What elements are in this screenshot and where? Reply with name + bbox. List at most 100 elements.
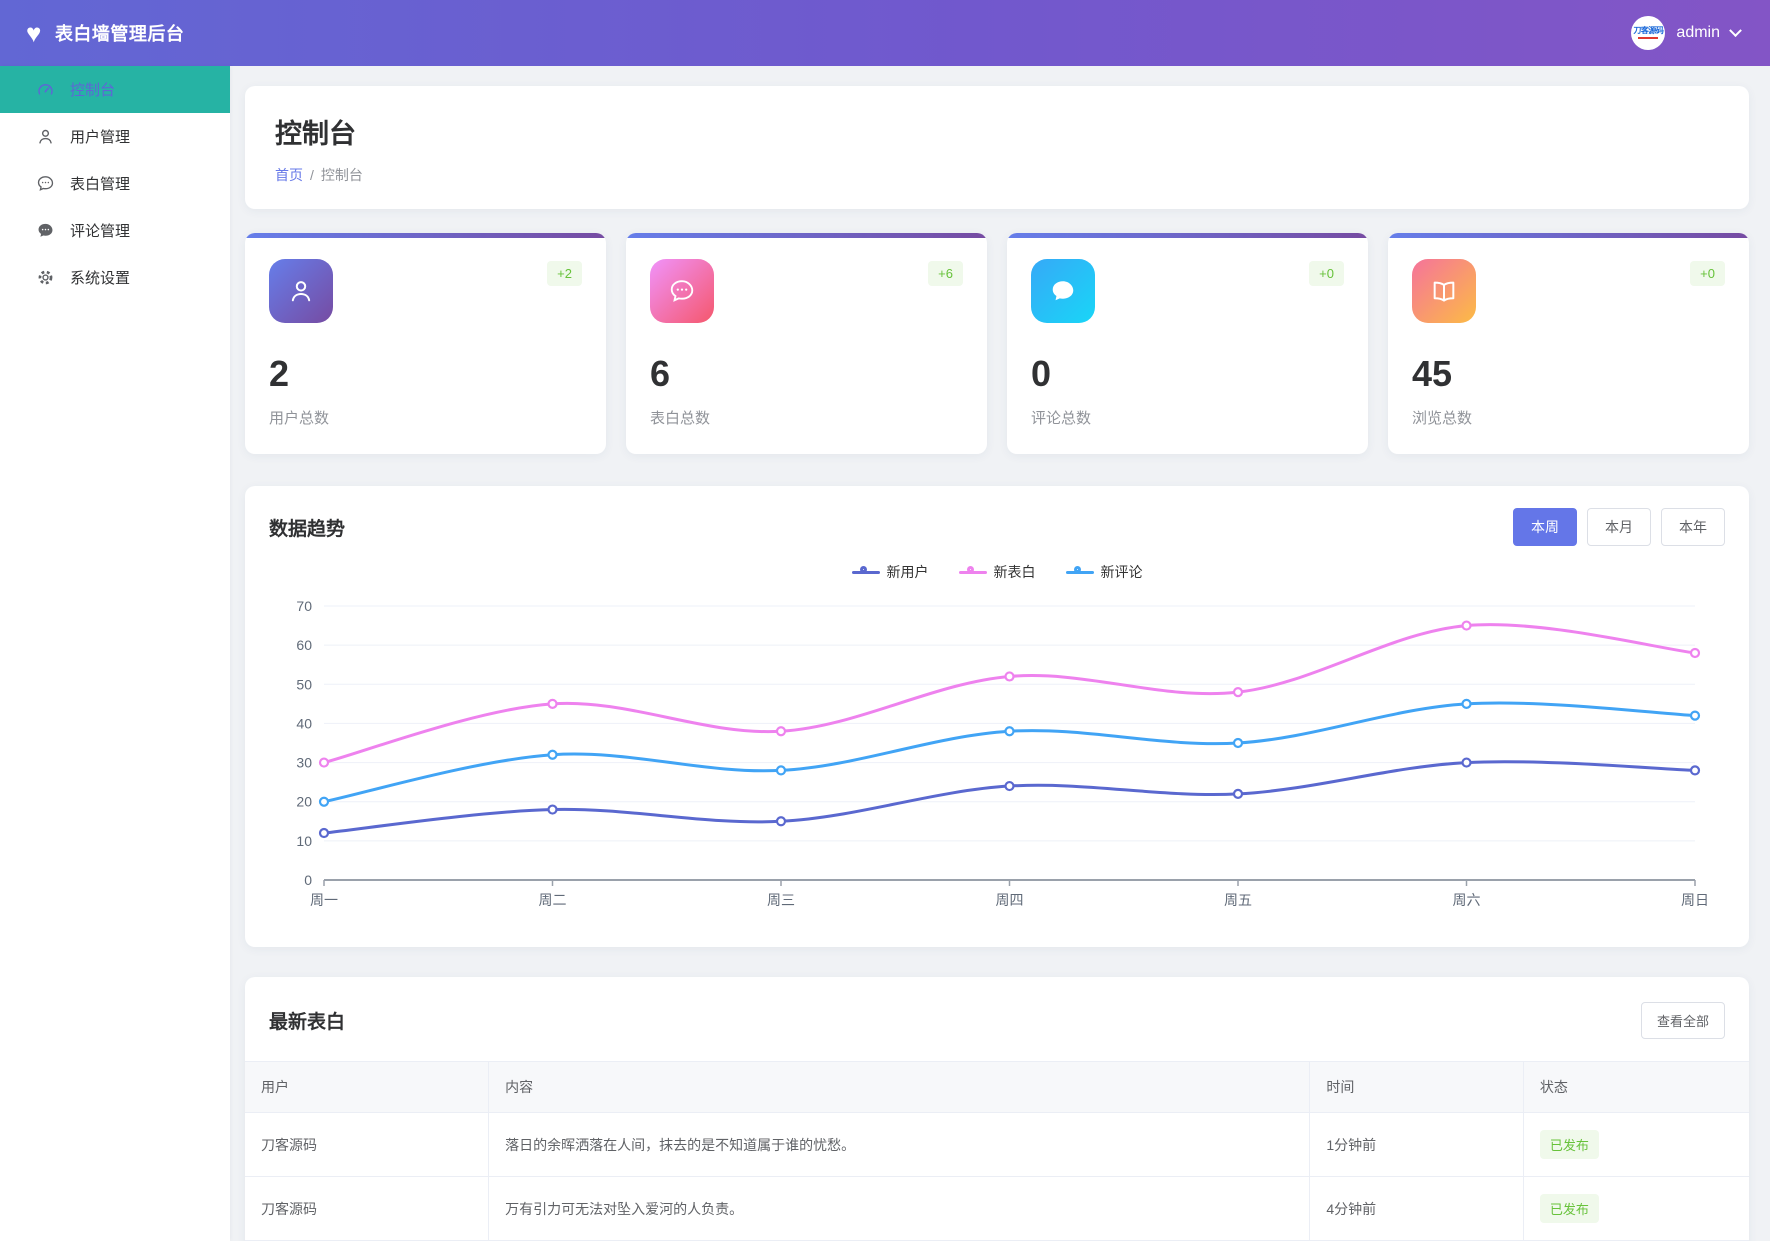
cell-user: 刀客源码 — [245, 1177, 489, 1241]
view-all-button[interactable]: 查看全部 — [1641, 1002, 1725, 1039]
card-accent-strip — [626, 233, 987, 238]
page-title: 控制台 — [275, 112, 1719, 151]
status-badge: 已发布 — [1540, 1130, 1599, 1159]
svg-text:0: 0 — [304, 872, 312, 888]
svg-text:30: 30 — [296, 755, 312, 771]
cell-content: 落日的余晖洒落在人间，抹去的是不知道属于谁的忧愁。 — [489, 1113, 1310, 1177]
chat-bubble-icon — [36, 174, 55, 193]
cell-time: 1分钟前 — [1310, 1113, 1524, 1177]
stat-label: 浏览总数 — [1412, 407, 1725, 428]
col-content: 内容 — [489, 1062, 1310, 1113]
settings-gear-icon — [36, 268, 55, 287]
stat-label: 评论总数 — [1031, 407, 1344, 428]
app-brand: ♥ 表白墙管理后台 — [26, 20, 184, 46]
app-title: 表白墙管理后台 — [55, 20, 185, 46]
trend-range-tabs: 本周 本月 本年 — [1513, 508, 1725, 546]
user-menu[interactable]: 刀客源码 admin — [1631, 16, 1740, 50]
card-accent-strip — [245, 233, 606, 238]
breadcrumb-current: 控制台 — [321, 167, 363, 183]
svg-text:周五: 周五 — [1224, 892, 1252, 908]
stat-card-confessions: +6 6 表白总数 — [626, 233, 987, 454]
stat-card-comments: +0 0 评论总数 — [1007, 233, 1368, 454]
top-header: ♥ 表白墙管理后台 刀客源码 admin — [0, 0, 1770, 66]
svg-text:60: 60 — [296, 637, 312, 653]
legend-item-new-users[interactable]: 新用户 — [852, 562, 929, 582]
svg-text:40: 40 — [296, 715, 312, 731]
svg-text:70: 70 — [296, 598, 312, 614]
cell-content: 万有引力可无法对坠入爱河的人负责。 — [489, 1177, 1310, 1241]
delta-badge: +0 — [1690, 261, 1725, 286]
tab-this-week[interactable]: 本周 — [1513, 508, 1577, 546]
sidebar-item-comments[interactable]: 评论管理 — [0, 207, 230, 254]
users-icon — [36, 127, 55, 146]
trend-card: 数据趋势 本周 本月 本年 新用户 新表白 新评论 — [245, 486, 1749, 947]
users-icon — [269, 259, 333, 323]
stat-card-views: +0 45 浏览总数 — [1388, 233, 1749, 454]
stat-value: 6 — [650, 353, 963, 395]
sidebar: 控制台 用户管理 表白管理 评论管理 系统设置 — [0, 66, 230, 1241]
stat-value: 45 — [1412, 353, 1725, 395]
stat-card-users: +2 2 用户总数 — [245, 233, 606, 454]
delta-badge: +6 — [928, 261, 963, 286]
col-user: 用户 — [245, 1062, 489, 1113]
table-header-row: 用户 内容 时间 状态 — [245, 1062, 1749, 1113]
trend-line-chart: 0 10 20 30 40 50 60 70 周一 周二 周三 周四 周五 周六 周日 — [269, 594, 1725, 926]
latest-title: 最新表白 — [269, 1007, 345, 1034]
breadcrumb-home-link[interactable]: 首页 — [275, 167, 303, 183]
col-status: 状态 — [1523, 1062, 1749, 1113]
trend-title: 数据趋势 — [269, 514, 345, 541]
col-time: 时间 — [1310, 1062, 1524, 1113]
delta-badge: +0 — [1309, 261, 1344, 286]
svg-text:周三: 周三 — [767, 892, 795, 908]
avatar: 刀客源码 — [1631, 16, 1665, 50]
svg-text:周六: 周六 — [1453, 892, 1481, 908]
stat-value: 2 — [269, 353, 582, 395]
sidebar-item-settings[interactable]: 系统设置 — [0, 254, 230, 301]
cell-status: 已发布 — [1523, 1113, 1749, 1177]
legend-marker — [1066, 566, 1094, 579]
chart-legend: 新用户 新表白 新评论 — [269, 562, 1725, 582]
comment-icon — [1031, 259, 1095, 323]
legend-marker — [959, 566, 987, 579]
page-header-card: 控制台 首页/控制台 — [245, 86, 1749, 209]
svg-text:50: 50 — [296, 676, 312, 692]
cell-time: 4分钟前 — [1310, 1177, 1524, 1241]
svg-text:周二: 周二 — [539, 892, 567, 908]
stat-label: 用户总数 — [269, 407, 582, 428]
tab-this-month[interactable]: 本月 — [1587, 508, 1651, 546]
username: admin — [1676, 24, 1720, 42]
sidebar-item-dashboard[interactable]: 控制台 — [0, 66, 230, 113]
table-row: 刀客源码 万有引力可无法对坠入爱河的人负责。 4分钟前 已发布 — [245, 1177, 1749, 1241]
legend-item-new-comments[interactable]: 新评论 — [1066, 562, 1143, 582]
cell-user: 刀客源码 — [245, 1113, 489, 1177]
sidebar-item-confessions[interactable]: 表白管理 — [0, 160, 230, 207]
comment-icon — [36, 221, 55, 240]
main-content: 控制台 首页/控制台 +2 2 用户总数 +6 6 — [230, 66, 1770, 1241]
latest-confessions-card: 最新表白 查看全部 用户 内容 时间 状态 刀客源码 落日的余晖洒落在人间 — [245, 977, 1749, 1241]
tab-this-year[interactable]: 本年 — [1661, 508, 1725, 546]
legend-marker — [852, 566, 880, 579]
svg-text:20: 20 — [296, 794, 312, 810]
breadcrumb: 首页/控制台 — [275, 165, 1719, 185]
delta-badge: +2 — [547, 261, 582, 286]
stat-cards: +2 2 用户总数 +6 6 表白总数 +0 0 评论总数 — [245, 233, 1749, 454]
svg-text:周一: 周一 — [310, 892, 338, 908]
svg-text:10: 10 — [296, 833, 312, 849]
stat-value: 0 — [1031, 353, 1344, 395]
stat-label: 表白总数 — [650, 407, 963, 428]
chevron-down-icon — [1729, 24, 1742, 37]
cell-status: 已发布 — [1523, 1177, 1749, 1241]
heart-logo-icon: ♥ — [26, 20, 42, 46]
sidebar-item-users[interactable]: 用户管理 — [0, 113, 230, 160]
status-badge: 已发布 — [1540, 1194, 1599, 1223]
chat-bubble-icon — [650, 259, 714, 323]
legend-item-new-confessions[interactable]: 新表白 — [959, 562, 1036, 582]
book-icon — [1412, 259, 1476, 323]
svg-text:周四: 周四 — [996, 892, 1024, 908]
svg-text:周日: 周日 — [1681, 892, 1709, 908]
table-row: 刀客源码 落日的余晖洒落在人间，抹去的是不知道属于谁的忧愁。 1分钟前 已发布 — [245, 1113, 1749, 1177]
card-accent-strip — [1388, 233, 1749, 238]
dashboard-icon — [36, 80, 55, 99]
card-accent-strip — [1007, 233, 1368, 238]
latest-confessions-table: 用户 内容 时间 状态 刀客源码 落日的余晖洒落在人间，抹去的是不知道属于谁的忧… — [245, 1061, 1749, 1241]
